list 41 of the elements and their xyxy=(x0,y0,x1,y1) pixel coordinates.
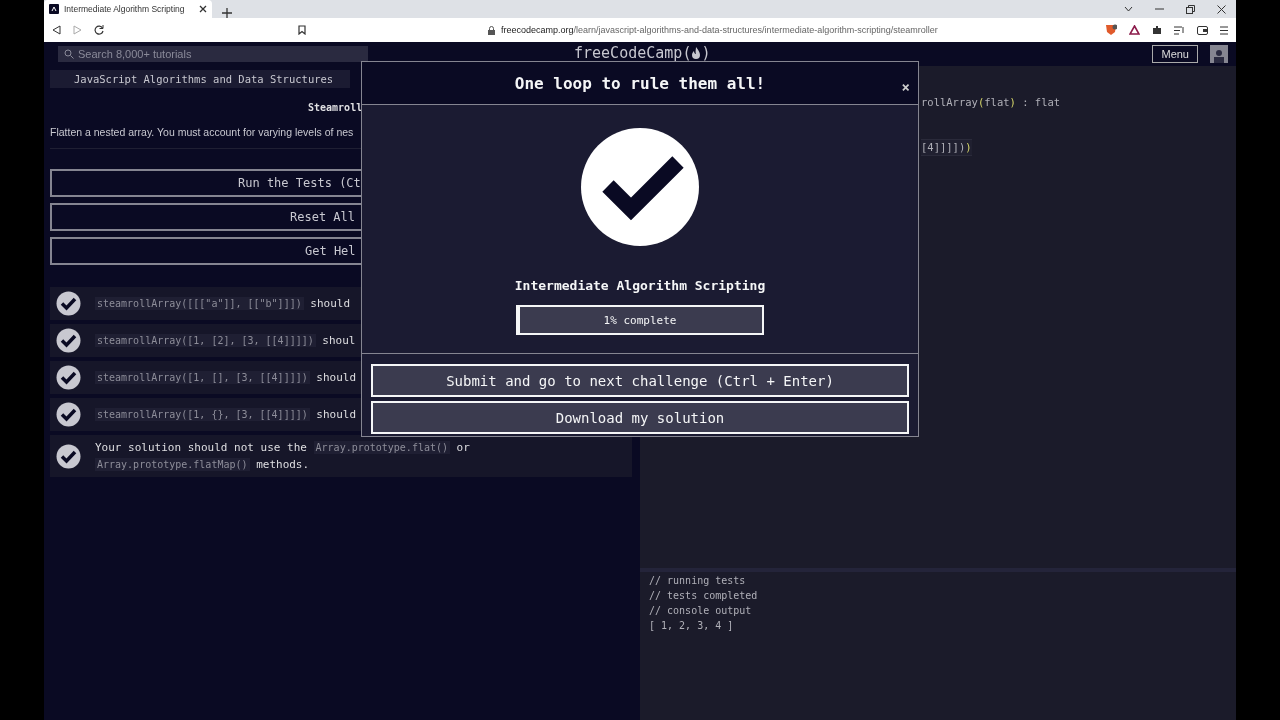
playlist-icon[interactable] xyxy=(1174,25,1185,35)
test-description: Your solution should not use the Array.prototype.flat() or Array.prototype.flatMap() methods. xyxy=(95,440,471,473)
triangle-icon[interactable] xyxy=(1129,25,1140,35)
menu-icon[interactable] xyxy=(1220,25,1228,35)
new-tab-icon[interactable] xyxy=(222,8,232,18)
restore-icon[interactable] xyxy=(1186,4,1195,14)
site-favicon-icon xyxy=(49,4,59,14)
flame-icon xyxy=(691,47,702,59)
console-line: [ 1, 2, 3, 4 ] xyxy=(649,619,735,633)
search-icon xyxy=(64,49,74,59)
lock-icon xyxy=(488,25,495,35)
console-line: // tests completed xyxy=(649,589,759,603)
reload-icon[interactable] xyxy=(94,25,104,35)
logo-paren: ) xyxy=(701,44,711,62)
close-button[interactable]: × xyxy=(901,70,910,103)
menu-button[interactable]: Menu xyxy=(1152,45,1198,63)
avatar-icon[interactable] xyxy=(1210,45,1228,63)
back-icon[interactable] xyxy=(52,25,61,35)
lion-shield-icon[interactable] xyxy=(1105,24,1117,36)
console-line: // running tests xyxy=(649,574,747,588)
challenge-description: Flatten a nested array. You must account for varying levels of nes xyxy=(50,126,354,138)
browser-tab[interactable]: Intermediate Algorithm Scripting xyxy=(44,0,212,18)
modal-title: One loop to rule them all! xyxy=(514,73,766,93)
close-icon[interactable] xyxy=(199,5,207,13)
person-silhouette-icon xyxy=(1213,49,1225,63)
download-button[interactable]: Download my solution xyxy=(371,401,909,434)
logo-text[interactable]: freeCodeCamp xyxy=(574,44,683,62)
submit-button[interactable]: Submit and go to next challenge (Ctrl + Enter) xyxy=(371,364,909,397)
challenge-title: Steamroll xyxy=(308,102,363,115)
console-line: // console output xyxy=(649,604,753,618)
code-line: rollArray(flat) : flat xyxy=(921,95,1061,110)
wallet-icon[interactable] xyxy=(1197,25,1208,35)
search-field[interactable]: Search 8,000+ tutorials xyxy=(58,46,368,62)
check-circle-icon xyxy=(581,128,699,246)
breadcrumb-link[interactable]: JavaScript Algorithms and Data Structures xyxy=(50,70,350,88)
bookmark-icon[interactable] xyxy=(298,25,306,35)
logo-paren: ( xyxy=(682,44,692,62)
close-icon[interactable] xyxy=(1217,4,1226,14)
block-title: Intermediate Algorithm Scripting xyxy=(514,278,766,293)
chevron-down-icon[interactable] xyxy=(1124,6,1133,12)
progress-label: 1% complete xyxy=(603,313,677,327)
